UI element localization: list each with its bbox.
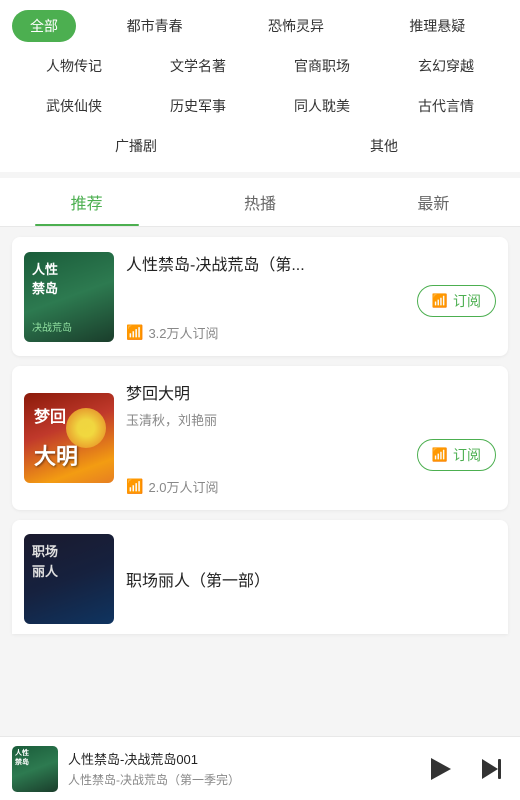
next-icon — [482, 759, 501, 779]
category-row-1: 全部 都市青春 恐怖灵异 推理悬疑 — [12, 10, 508, 42]
player-controls — [420, 750, 508, 788]
subscribe-button-1[interactable]: 📶 订阅 — [417, 285, 496, 317]
player-cover — [12, 746, 58, 792]
category-literature[interactable]: 文学名著 — [136, 50, 260, 82]
cover2-moon — [66, 408, 106, 448]
category-biography[interactable]: 人物传记 — [12, 50, 136, 82]
book-cover-2 — [24, 393, 114, 483]
book-card-row-2: 梦回大明 玉清秋，刘艳丽 — [126, 380, 496, 429]
book-cover-1 — [24, 252, 114, 342]
book-card-3[interactable]: 职场丽人（第一部） — [12, 520, 508, 634]
book-title-1: 人性禁岛-决战荒岛（第... — [126, 251, 496, 275]
subscribe-label-2: 订阅 — [453, 445, 481, 465]
category-history[interactable]: 历史军事 — [136, 90, 260, 122]
book-card-2[interactable]: 梦回大明 玉清秋，刘艳丽 📶 订阅 📶 2.0万人订阅 — [12, 366, 508, 510]
category-romance[interactable]: 古代言情 — [384, 90, 508, 122]
category-officework[interactable]: 官商职场 — [260, 50, 384, 82]
book-details-3: 职场丽人（第一部） — [126, 567, 496, 591]
category-all[interactable]: 全部 — [12, 10, 76, 42]
book-info-2: 梦回大明 玉清秋，刘艳丽 📶 订阅 📶 2.0万人订阅 — [126, 380, 496, 496]
book-card-row-1: 人性禁岛-决战荒岛（第... — [126, 251, 496, 275]
category-other[interactable]: 其他 — [260, 130, 508, 162]
next-button[interactable] — [474, 752, 508, 786]
book-subscribers-1: 📶 3.2万人订阅 — [126, 323, 496, 342]
subscribers-icon-2: 📶 — [126, 478, 143, 495]
book-subscribers-2: 📶 2.0万人订阅 — [126, 477, 496, 496]
tab-recommended[interactable]: 推荐 — [0, 178, 173, 226]
book-authors-2: 玉清秋，刘艳丽 — [126, 410, 496, 429]
category-row-2: 人物传记 文学名著 官商职场 玄幻穿越 — [12, 50, 508, 82]
subscribers-icon-1: 📶 — [126, 324, 143, 341]
book-cover-3 — [24, 534, 114, 624]
next-triangle — [482, 759, 498, 779]
subscribe-button-2[interactable]: 📶 订阅 — [417, 439, 496, 471]
player-bar: 人性禁岛-决战荒岛001 人性禁岛-决战荒岛（第一季完） — [0, 736, 520, 800]
content-tabs: 推荐 热播 最新 — [0, 178, 520, 227]
category-wuxia[interactable]: 武侠仙侠 — [12, 90, 136, 122]
book-actions-1: 📶 订阅 — [126, 281, 496, 317]
book-actions-2: 📶 订阅 — [126, 435, 496, 471]
category-fanfic[interactable]: 同人耽美 — [260, 90, 384, 122]
play-icon — [431, 758, 451, 780]
subscribe-icon-1: 📶 — [432, 293, 448, 309]
category-urban[interactable]: 都市青春 — [84, 10, 225, 42]
category-radio[interactable]: 广播剧 — [12, 130, 260, 162]
player-title: 人性禁岛-决战荒岛001 — [68, 749, 410, 768]
player-info: 人性禁岛-决战荒岛001 人性禁岛-决战荒岛（第一季完） — [68, 749, 410, 788]
player-subtitle: 人性禁岛-决战荒岛（第一季完） — [68, 771, 410, 788]
category-mystery[interactable]: 推理悬疑 — [367, 10, 508, 42]
play-button[interactable] — [420, 750, 458, 788]
book-card-1[interactable]: 人性禁岛-决战荒岛（第... 📶 订阅 📶 3.2万人订阅 — [12, 237, 508, 356]
category-fantasy[interactable]: 玄幻穿越 — [384, 50, 508, 82]
category-filter: 全部 都市青春 恐怖灵异 推理悬疑 人物传记 文学名著 官商职场 玄幻穿越 武侠… — [0, 0, 520, 172]
book-title-3: 职场丽人（第一部） — [126, 567, 496, 591]
category-horror[interactable]: 恐怖灵异 — [225, 10, 366, 42]
category-row-4: 广播剧 其他 — [12, 130, 508, 162]
subscribe-label-1: 订阅 — [453, 291, 481, 311]
category-row-3: 武侠仙侠 历史军事 同人耽美 古代言情 — [12, 90, 508, 122]
subscribers-count-1: 3.2万人订阅 — [148, 323, 218, 342]
next-bar — [498, 759, 501, 779]
subscribers-count-2: 2.0万人订阅 — [148, 477, 218, 496]
book-title-2: 梦回大明 — [126, 380, 496, 404]
tab-trending[interactable]: 热播 — [173, 178, 346, 226]
book-details-2: 梦回大明 玉清秋，刘艳丽 — [126, 380, 496, 429]
subscribe-icon-2: 📶 — [432, 447, 448, 463]
book-list: 人性禁岛-决战荒岛（第... 📶 订阅 📶 3.2万人订阅 梦回大明 — [0, 227, 520, 714]
book-details-1: 人性禁岛-决战荒岛（第... — [126, 251, 496, 275]
book-info-1: 人性禁岛-决战荒岛（第... 📶 订阅 📶 3.2万人订阅 — [126, 251, 496, 342]
tab-newest[interactable]: 最新 — [347, 178, 520, 226]
